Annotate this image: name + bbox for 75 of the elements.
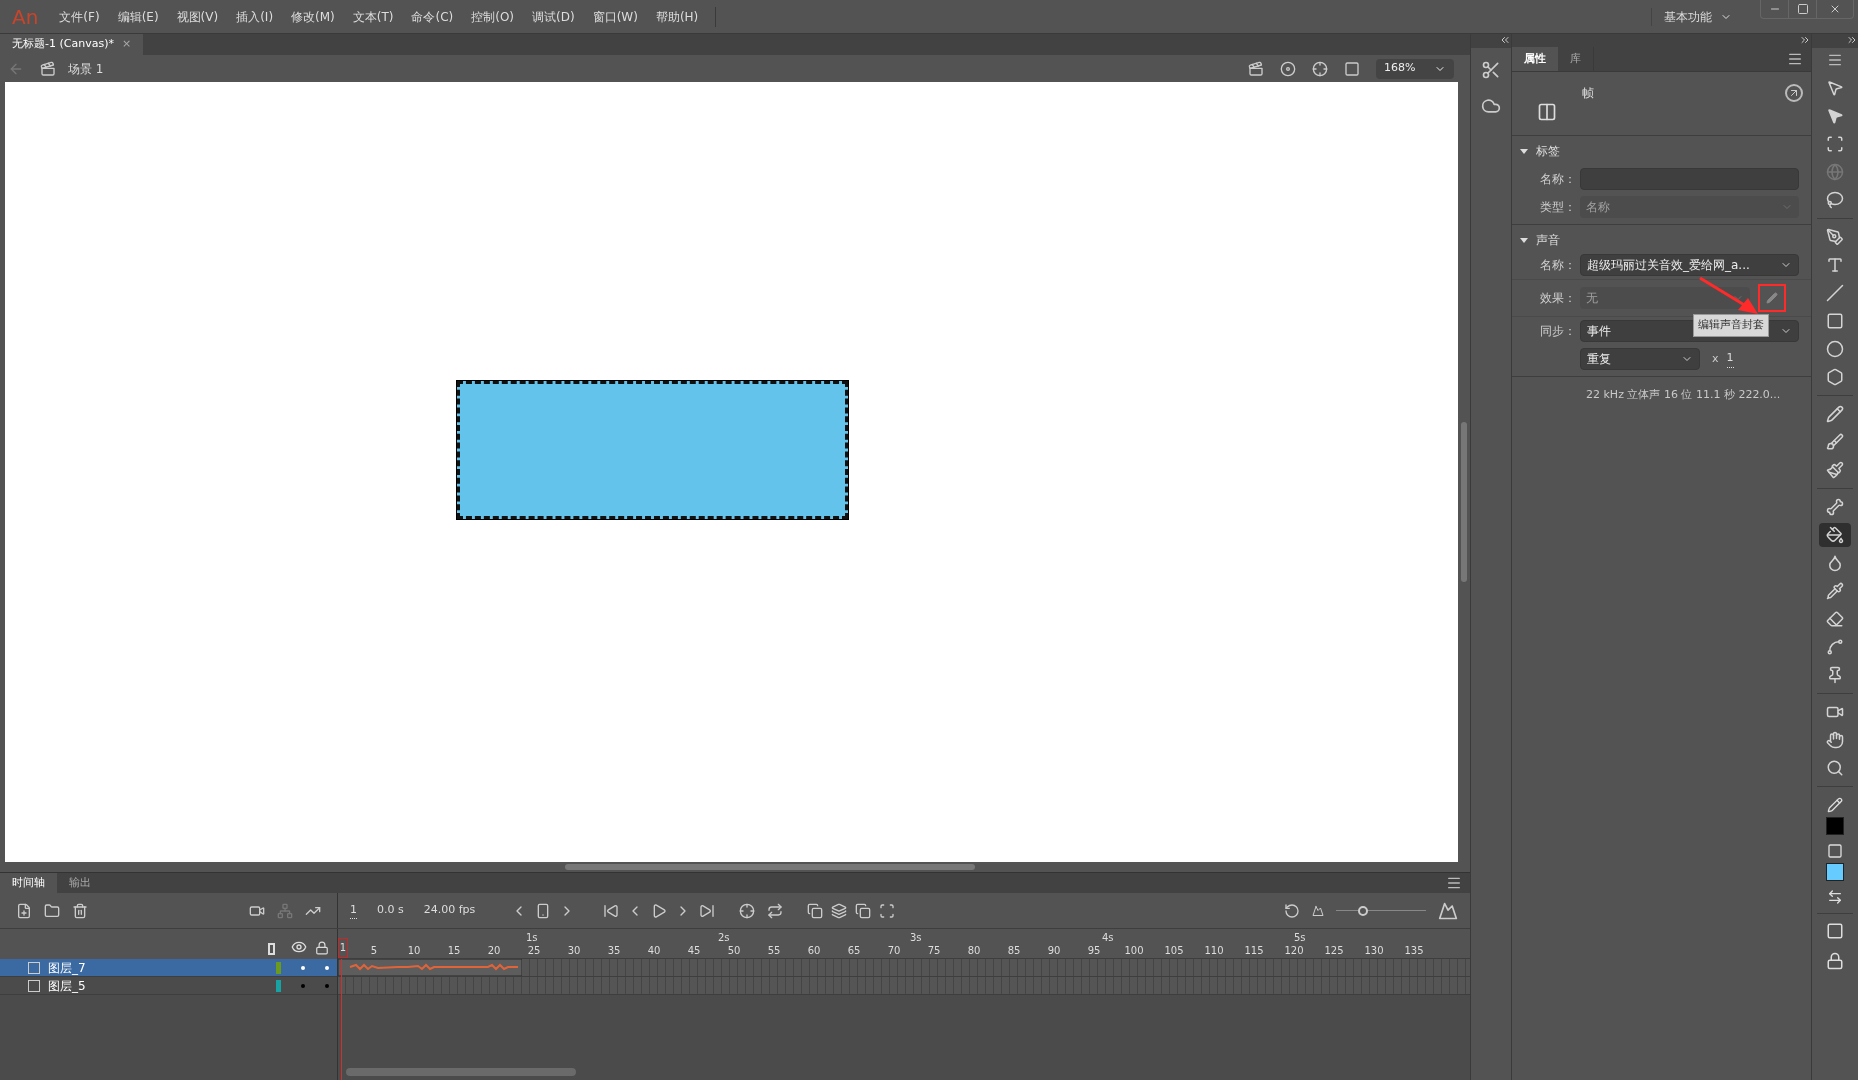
section-title: 声音 xyxy=(1536,232,1560,249)
panel-tab[interactable]: 属性 xyxy=(1512,47,1558,71)
times-sign: x xyxy=(1712,350,1719,367)
panel-title: 帧 xyxy=(1582,85,1594,102)
frame-number: 125 xyxy=(1324,944,1344,958)
layer-name: 图层_7 xyxy=(48,959,86,977)
frame-number: 85 xyxy=(1007,944,1021,958)
second-label: 2s xyxy=(718,931,730,945)
section-title: 标签 xyxy=(1536,143,1560,160)
frame-number: 20 xyxy=(487,944,501,958)
second-label: 5s xyxy=(1294,931,1306,945)
dropdown[interactable]: 超级玛丽过关音效_爱给网_a... xyxy=(1580,254,1799,276)
layer-name: 图层_5 xyxy=(48,977,86,995)
playhead-marker[interactable]: 1 xyxy=(338,938,348,958)
zoom-dropdown[interactable]: 168% xyxy=(1376,58,1454,79)
panel-tab[interactable]: 库 xyxy=(1558,47,1594,71)
second-label: 4s xyxy=(1102,931,1114,945)
frame-number: 105 xyxy=(1164,944,1184,958)
frame-number: 5 xyxy=(370,944,378,958)
frame-number: 135 xyxy=(1404,944,1424,958)
frame-number: 120 xyxy=(1284,944,1304,958)
frame-number: 55 xyxy=(767,944,781,958)
frame-number: 95 xyxy=(1087,944,1101,958)
menu-item[interactable]: 视图(V) xyxy=(167,7,228,26)
menu-item[interactable]: 窗口(W) xyxy=(583,7,647,26)
panel-tab[interactable]: 输出 xyxy=(57,873,103,893)
tab-close-icon[interactable]: × xyxy=(121,36,132,53)
current-frame[interactable]: 1 xyxy=(350,901,357,920)
field-label: 名称： xyxy=(1539,257,1576,274)
frame-number: 25 xyxy=(527,944,541,958)
frame-number: 90 xyxy=(1047,944,1061,958)
menu-item[interactable]: 帮助(H) xyxy=(646,7,708,26)
field-label: 效果： xyxy=(1539,290,1576,307)
frame-number: 35 xyxy=(607,944,621,958)
frame-number: 70 xyxy=(887,944,901,958)
frame-rate[interactable]: 24.00 fps xyxy=(423,902,476,919)
menu-item[interactable]: 编辑(E) xyxy=(108,7,168,26)
repeat-count[interactable]: 1 xyxy=(1726,350,1734,368)
layer-row[interactable]: 图层_7 xyxy=(0,959,337,977)
second-label: 3s xyxy=(910,931,922,945)
frame-number: 75 xyxy=(927,944,941,958)
dropdown[interactable]: 重复 xyxy=(1580,348,1700,370)
menu-item[interactable]: 调试(D) xyxy=(523,7,584,26)
frame-number: 10 xyxy=(407,944,421,958)
frame-number: 110 xyxy=(1204,944,1224,958)
frame-number: 30 xyxy=(567,944,581,958)
frame-number: 130 xyxy=(1364,944,1384,958)
frame-number: 100 xyxy=(1124,944,1144,958)
scene-name: 场景 1 xyxy=(68,60,104,78)
frame-number: 115 xyxy=(1244,944,1264,958)
field-label: 名称： xyxy=(1539,171,1576,188)
frame-number: 50 xyxy=(727,944,741,958)
frame-number: 65 xyxy=(847,944,861,958)
current-time[interactable]: 0.0 s xyxy=(377,902,404,919)
frame-number: 60 xyxy=(807,944,821,958)
document-tab[interactable]: 无标题-1 (Canvas)* × xyxy=(0,34,144,55)
tooltip: 编辑声音封套 xyxy=(1693,314,1769,337)
field-label: 同步： xyxy=(1539,323,1576,340)
menu-item[interactable]: 插入(I) xyxy=(227,7,283,26)
workspace-dropdown[interactable]: 基本功能 xyxy=(1651,7,1744,26)
app-logo: An xyxy=(11,3,40,31)
field-label: 类型： xyxy=(1539,199,1576,216)
menu-item[interactable]: 文本(T) xyxy=(343,7,403,26)
sound-info: 22 kHz 立体声 16 位 11.1 秒 222.0... xyxy=(1585,387,1782,403)
frame-number: 40 xyxy=(647,944,661,958)
panel-tab[interactable]: 时间轴 xyxy=(0,873,57,893)
menu-item[interactable]: 控制(O) xyxy=(462,7,524,26)
frame-number: 80 xyxy=(967,944,981,958)
frame-number: 15 xyxy=(447,944,461,958)
menu-item[interactable]: 文件(F) xyxy=(50,7,109,26)
layer-row[interactable]: 图层_5 xyxy=(0,977,337,995)
menu-item[interactable]: 命令(C) xyxy=(402,7,463,26)
frame-number: 45 xyxy=(687,944,701,958)
menu-item[interactable]: 修改(M) xyxy=(282,7,344,26)
second-label: 1s xyxy=(526,931,538,945)
